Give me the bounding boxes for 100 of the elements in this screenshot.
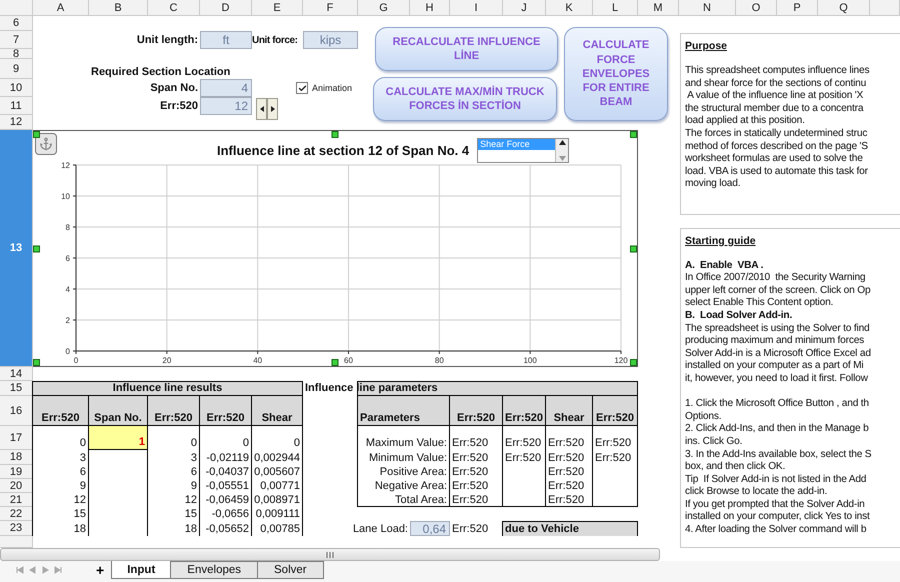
row-header[interactable]: 15 xyxy=(0,381,33,396)
guide-text: click Browse to locate the add-in. xyxy=(685,486,828,499)
row-header[interactable]: 14 xyxy=(0,367,33,381)
vehicle-header: due to Vehicle xyxy=(502,521,638,536)
column-header[interactable]: G xyxy=(358,0,410,16)
row-header[interactable]: 23 xyxy=(0,521,33,536)
row-header[interactable]: 21 xyxy=(0,493,33,507)
y-tick-label: 4 xyxy=(66,285,70,294)
sheet-tab[interactable]: Solver xyxy=(257,561,324,579)
guide-step-title: A. Enable VBA . xyxy=(685,260,764,272)
row-header[interactable]: 22 xyxy=(0,507,33,521)
resize-handle[interactable] xyxy=(630,131,637,138)
column-header[interactable]: B xyxy=(89,0,148,16)
column-header[interactable]: O xyxy=(736,0,777,16)
column-header[interactable]: A xyxy=(33,0,89,16)
chart-frame[interactable]: Influence line at section 12 of Span No. 4 Shear Force 0 2 4 6 8 10 12 0 20 40 60 80 100 120 xyxy=(33,130,638,367)
row-header[interactable]: 12 xyxy=(0,115,33,130)
recalculate-button[interactable]: RECALCULATE INFLUENCE LİNE xyxy=(375,27,558,71)
guide-text: 2. Click Add-Ins, and then in the Manage b xyxy=(685,423,869,436)
y-tick-label: 10 xyxy=(61,192,70,201)
guide-text: box, and then click OK. xyxy=(685,461,786,474)
resize-handle[interactable] xyxy=(630,245,637,252)
scroll-up-icon[interactable] xyxy=(558,140,566,145)
arrow-left-icon xyxy=(260,106,264,112)
guide-text: The spreadsheet is using the Solver to find xyxy=(685,322,870,336)
sheet-tab[interactable]: Input xyxy=(111,561,172,579)
unit-force-label: Unit force: xyxy=(252,34,299,48)
resize-handle[interactable] xyxy=(33,359,40,366)
resize-handle[interactable] xyxy=(332,131,338,138)
row-header[interactable]: 8 xyxy=(0,49,33,59)
sheet-tab[interactable]: Envelopes xyxy=(170,561,258,579)
purpose-text: This spreadsheet computes influence lines xyxy=(685,65,870,78)
scroll-down-icon[interactable] xyxy=(558,156,566,161)
column-heading: Err:520 xyxy=(592,396,638,426)
column-heading: Span No. xyxy=(88,396,148,426)
row-header[interactable]: 16 xyxy=(0,396,33,426)
spin-left-button[interactable] xyxy=(256,98,267,120)
x-tick-label: 60 xyxy=(344,356,353,365)
guide-text: Tip If Solver Add-in is not listed in the Add xyxy=(685,474,866,486)
anchor-icon[interactable] xyxy=(35,133,57,155)
column-heading: Shear xyxy=(545,396,593,426)
arrow-right-icon xyxy=(270,106,274,112)
column-header[interactable]: E xyxy=(252,0,303,16)
section-location-title: Required Section Location xyxy=(90,65,232,79)
column-header[interactable]: D xyxy=(200,0,252,16)
row-header[interactable]: 7 xyxy=(0,31,33,49)
column-header[interactable]: F xyxy=(303,0,358,16)
span-label: Span No. xyxy=(149,80,199,96)
resize-handle[interactable] xyxy=(33,245,40,252)
x-tick-label: 100 xyxy=(523,356,537,365)
purpose-heading: Purpose xyxy=(685,40,728,52)
y-tick-label: 8 xyxy=(66,223,70,232)
row-header[interactable]: 18 xyxy=(0,450,33,465)
add-sheet-button[interactable]: + xyxy=(88,561,112,579)
y-tick-label: 6 xyxy=(66,254,70,263)
column-heading: Err:520 xyxy=(502,396,546,426)
guide-text: upper left corner of the screen. Click on Op xyxy=(685,284,870,298)
column-header[interactable]: K xyxy=(546,0,593,16)
guide-text: 4. After loading the Solver command will b xyxy=(685,524,866,537)
column-header[interactable]: Q xyxy=(818,0,870,16)
resize-handle[interactable] xyxy=(33,131,40,138)
purpose-text: moving load. xyxy=(685,178,740,191)
truck-forces-button[interactable]: CALCULATE MAX/MİN TRUCK FORCES İN SECTİON xyxy=(373,77,557,121)
spin-right-button[interactable] xyxy=(267,98,278,120)
column-heading: Err:520 xyxy=(449,396,503,426)
resize-handle[interactable] xyxy=(630,359,637,366)
column-header[interactable]: I xyxy=(450,0,503,16)
guide-step-title: B. Load Solver Add-in. xyxy=(685,310,792,323)
column-header[interactable]: M xyxy=(638,0,679,16)
row-header[interactable]: 6 xyxy=(0,16,33,31)
guide-text: If you get prompted that the Solver Add-in xyxy=(685,498,865,512)
guide-text: select Enable This Content option. xyxy=(685,297,834,310)
envelopes-button[interactable]: CALCULATE FORCE ENVELOPES FOR ENTIRE BEAM xyxy=(564,27,668,121)
purpose-text: load. VBA is used to automate this task for xyxy=(685,166,868,178)
column-header[interactable]: P xyxy=(777,0,818,16)
animation-checkbox[interactable] xyxy=(296,82,308,94)
row-header[interactable]: 20 xyxy=(0,479,33,493)
guide-text: 1. Click the Microsoft Office Button , and th xyxy=(685,398,869,411)
row-header[interactable]: 10 xyxy=(0,79,33,97)
guide-text: Options. xyxy=(685,410,722,424)
guide-text: In Office 2007/2010 the Security Warning xyxy=(685,272,866,285)
row-header[interactable]: 17 xyxy=(0,426,33,450)
guide-heading: Starting guide xyxy=(685,235,756,247)
row-header[interactable]: 11 xyxy=(0,97,33,115)
column-header[interactable]: H xyxy=(410,0,450,16)
y-tick-label: 0 xyxy=(66,347,70,356)
row-header[interactable]: 19 xyxy=(0,465,33,479)
resize-handle[interactable] xyxy=(332,359,338,366)
column-heading: Parameters xyxy=(357,396,450,426)
column-header[interactable]: N xyxy=(679,0,736,16)
row-header[interactable]: 9 xyxy=(0,59,33,79)
column-header[interactable]: J xyxy=(503,0,546,16)
horizontal-scrollbar[interactable] xyxy=(0,548,660,561)
purpose-text: The forces in statically undetermined struc xyxy=(685,128,868,141)
guide-text: Solver Add-in is a Microsoft Office Excel ad xyxy=(685,348,871,360)
column-header[interactable]: C xyxy=(148,0,200,16)
column-header[interactable]: L xyxy=(593,0,638,16)
x-tick-label: 40 xyxy=(253,356,262,365)
column-heading: Err:520 xyxy=(32,396,89,426)
x-tick-label: 0 xyxy=(74,356,78,365)
